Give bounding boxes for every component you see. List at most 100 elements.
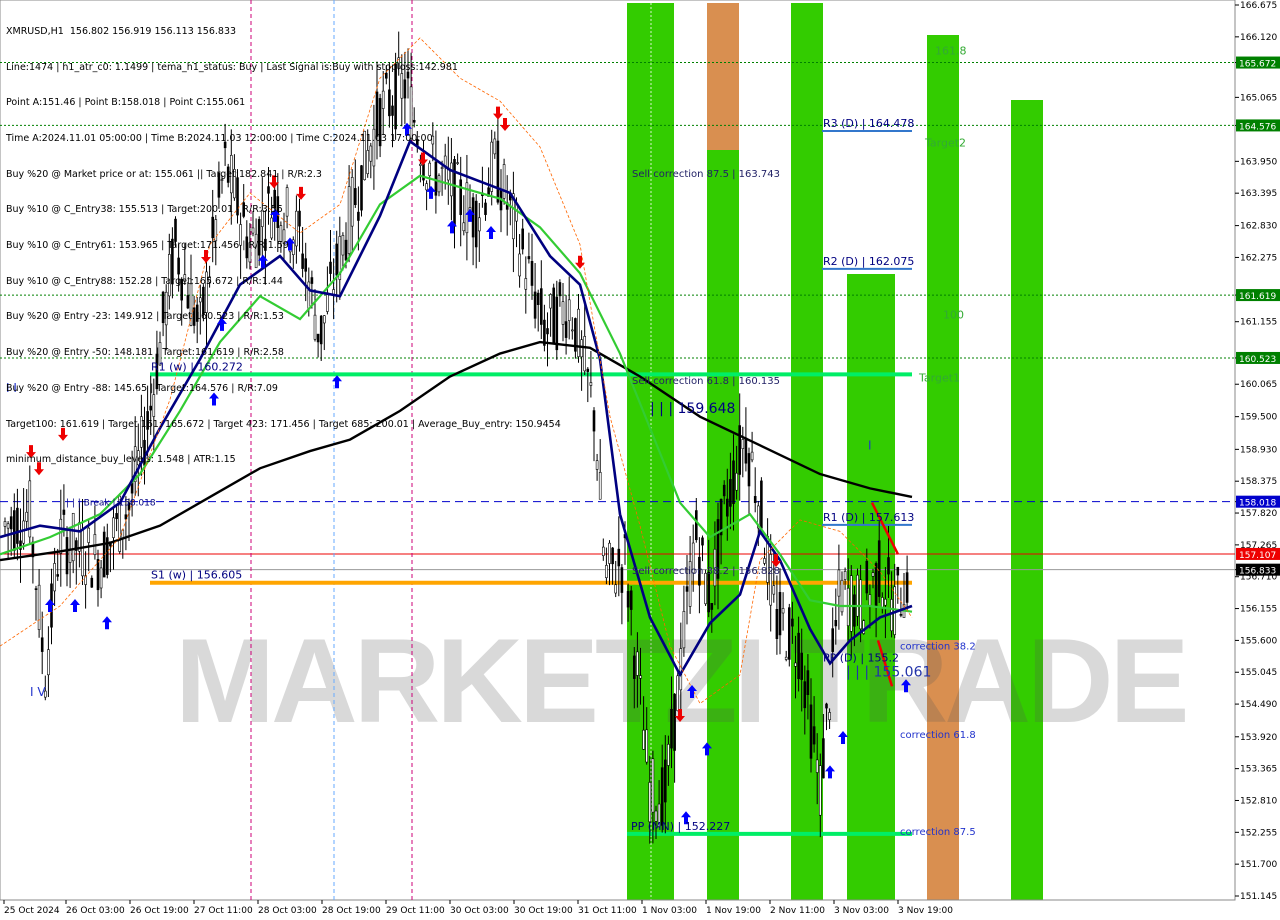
x-tick-label: 25 Oct 2024 (4, 906, 60, 916)
candle-body (37, 584, 41, 630)
level-label: PP (D) | 155.2 (823, 651, 899, 664)
level-label: I (868, 438, 872, 452)
candle-body (778, 592, 782, 636)
candle-body (564, 321, 568, 338)
y-tick-label: 151.700 (1240, 860, 1277, 870)
candle-body (9, 516, 13, 530)
price-tag-label: 164.576 (1239, 122, 1276, 132)
info-line: Target100: 161.619 | Target 161: 165.672… (6, 418, 561, 430)
y-tick-label: 153.920 (1240, 733, 1277, 743)
candle-body (40, 637, 44, 652)
candle-body (682, 611, 686, 649)
candle-body (837, 569, 841, 597)
info-line: Buy %20 @ Entry -88: 145.65 | Target:164… (6, 382, 278, 394)
candle-body (877, 540, 881, 597)
candle-body (880, 597, 884, 608)
x-tick-label: 26 Oct 03:00 (66, 906, 125, 916)
candle-body (853, 594, 856, 627)
candle-body (859, 579, 862, 630)
candle-body (6, 523, 10, 529)
x-tick-label: 3 Nov 03:00 (834, 906, 889, 916)
candle-body (831, 628, 835, 652)
x-tick-label: 1 Nov 19:00 (706, 906, 761, 916)
candle-body (670, 708, 673, 749)
candle-body (797, 632, 800, 680)
x-tick-label: 31 Oct 11:00 (578, 906, 637, 916)
candle-body (809, 704, 813, 759)
x-tick-label: 1 Nov 03:00 (642, 906, 697, 916)
x-tick-label: 28 Oct 19:00 (322, 906, 381, 916)
candle-body (629, 590, 633, 610)
candle-body (729, 479, 732, 507)
candle-body (896, 566, 900, 576)
level-label: R1 (D) | 157.613 (823, 511, 914, 524)
candle-body (865, 560, 869, 594)
level-label: 100 (943, 308, 964, 321)
y-tick-label: 155.045 (1240, 668, 1277, 678)
candle-body (592, 410, 596, 432)
candle-body (763, 558, 766, 564)
info-line: Buy %10 @ C_Entry61: 153.965 | Target:17… (6, 240, 289, 252)
up-arrow-icon (70, 598, 80, 612)
info-line: Point A:151.46 | Point B:158.018 | Point… (6, 97, 246, 109)
candle-body (3, 521, 7, 527)
candle-body (68, 549, 72, 563)
candle-body (735, 472, 738, 491)
candle-body (843, 571, 847, 580)
candle-body (874, 563, 878, 608)
price-tag-label: 156.833 (1239, 567, 1276, 577)
candle-body (626, 591, 630, 608)
y-tick-label: 154.490 (1240, 700, 1277, 710)
zone-bar (1011, 100, 1043, 900)
level-label: | | | 155.061 (846, 664, 931, 680)
level-label: | | | Break | 158.018 (66, 499, 156, 509)
candle-body (834, 620, 838, 627)
candle-body (787, 607, 791, 660)
candle-body (710, 603, 714, 610)
candle-body (750, 451, 754, 461)
price-tag-label: 160.523 (1239, 355, 1276, 365)
info-line: XMRUSD,H1 156.802 156.919 156.113 156.83… (6, 25, 237, 37)
y-tick-label: 159.500 (1240, 413, 1277, 423)
y-tick-label: 157.820 (1240, 509, 1277, 519)
candle-body (13, 510, 16, 551)
x-tick-label: 30 Oct 19:00 (514, 906, 573, 916)
candle-body (59, 518, 63, 554)
y-tick-label: 166.675 (1240, 1, 1277, 11)
candle-body (871, 572, 875, 577)
candle-body (561, 301, 565, 325)
level-label: correction 61.8 (900, 730, 976, 741)
level-label: correction 87.5 (900, 827, 976, 838)
x-tick-label: 29 Oct 11:00 (386, 906, 445, 916)
candle-body (884, 598, 887, 606)
candle-body (639, 675, 642, 679)
info-line: Buy %10 @ C_Entry88: 152.28 | Target:165… (6, 275, 283, 287)
candle-body (611, 547, 614, 565)
candle-body (648, 782, 652, 823)
candle-body (115, 513, 118, 520)
candle-body (744, 437, 748, 464)
time-axis: 25 Oct 2024 26 Oct 03:00 26 Oct 19:00 27 Oc… (3, 900, 953, 916)
info-line: Buy %10 @ C_Entry38: 155.513 | Target:20… (6, 204, 283, 216)
candle-body (725, 498, 729, 517)
y-tick-label: 163.395 (1240, 189, 1277, 199)
candle-body (651, 758, 655, 813)
candle-body (887, 557, 890, 575)
info-panel: XMRUSD,H1 156.802 156.919 156.113 156.83… (6, 2, 561, 478)
y-tick-label: 153.365 (1240, 765, 1277, 775)
level-label: 161.8 (935, 44, 967, 57)
candle-body (704, 572, 707, 605)
candle-body (570, 329, 574, 332)
candle-body (667, 744, 670, 766)
x-tick-label: 26 Oct 19:00 (130, 906, 189, 916)
candle-body (124, 514, 128, 520)
candle-body (822, 738, 825, 779)
candle-body (694, 510, 698, 541)
candle-body (747, 453, 751, 487)
price-tag-label: 165.672 (1239, 60, 1276, 70)
candle-body (90, 577, 94, 588)
candle-body (87, 527, 90, 543)
x-tick-label: 30 Oct 03:00 (450, 906, 509, 916)
info-line: Time A:2024.11.01 05:00:00 | Time B:2024… (6, 132, 433, 144)
candle-body (601, 546, 605, 557)
